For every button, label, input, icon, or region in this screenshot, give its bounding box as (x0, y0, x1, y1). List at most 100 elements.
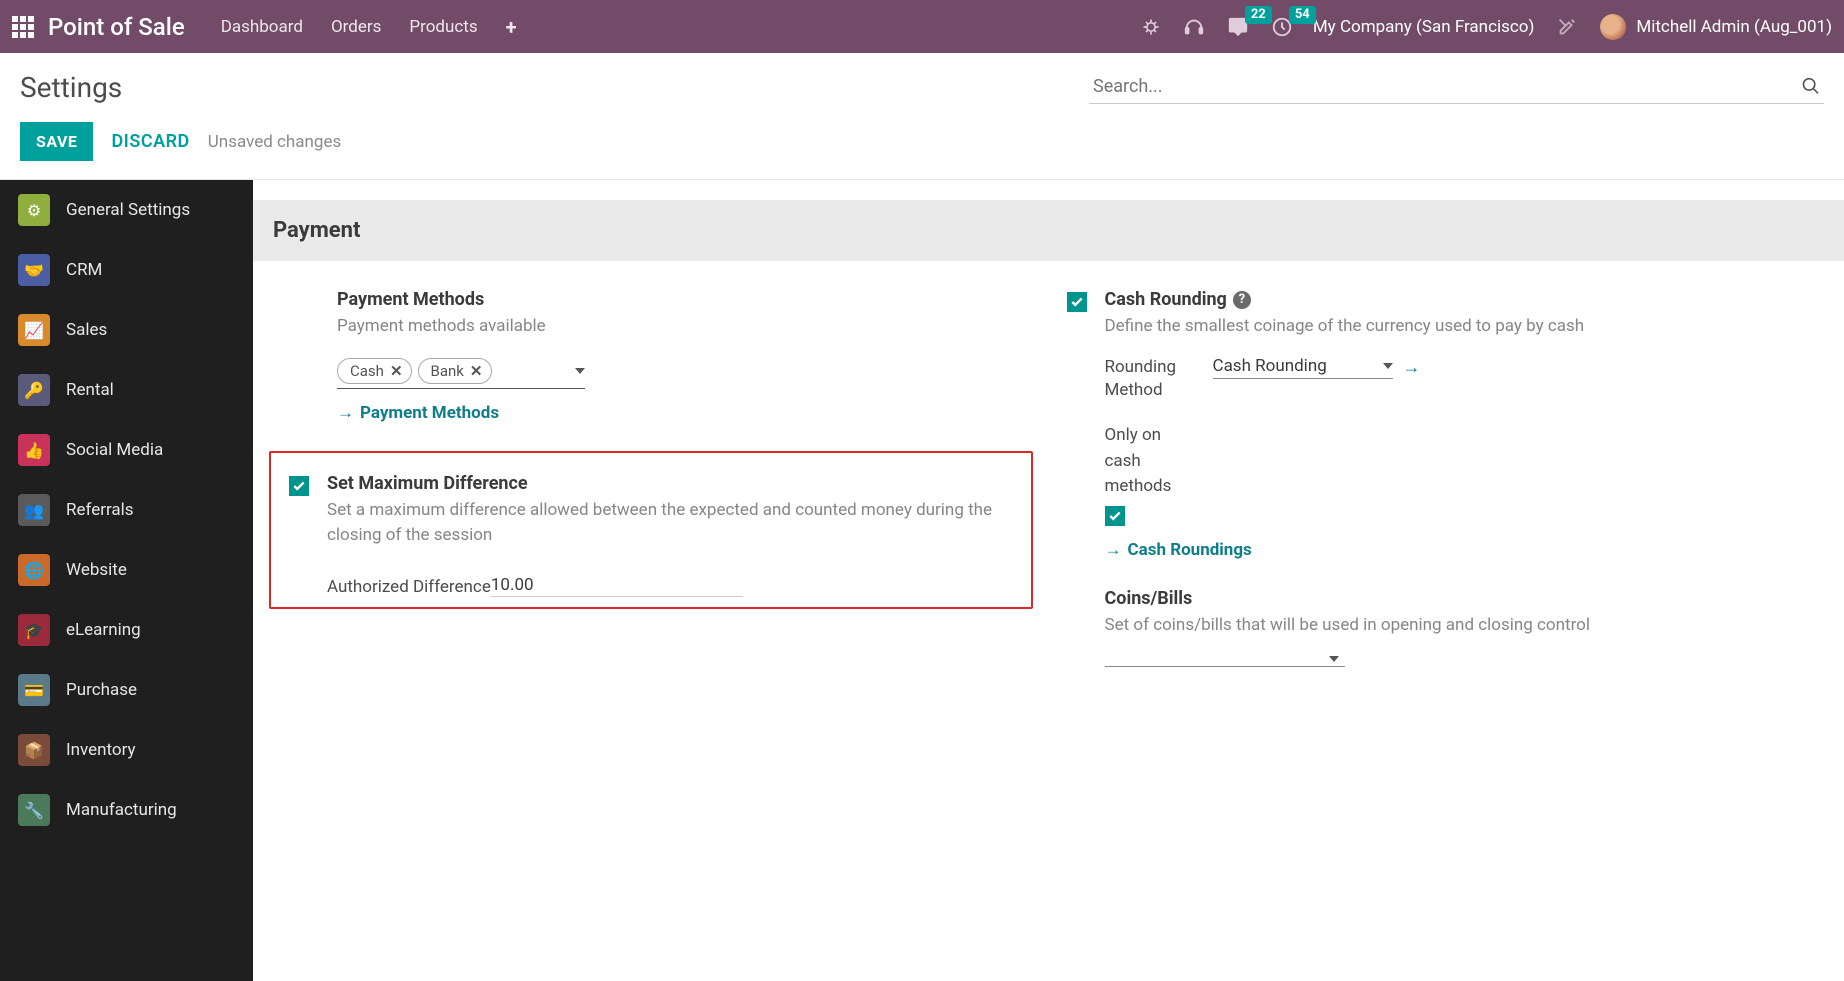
checkbox-cash-rounding[interactable] (1067, 292, 1087, 312)
setting-payment-methods: Payment Methods Payment methods availabl… (299, 289, 1043, 423)
coins-bills-select[interactable] (1105, 652, 1345, 667)
company-selector[interactable]: My Company (San Francisco) (1313, 17, 1535, 37)
settings-col-right: Cash Rounding ? Define the smallest coin… (1067, 289, 1835, 695)
sidebar-item-label: Sales (66, 320, 107, 340)
authorized-diff-input[interactable]: 10.00 (491, 575, 743, 597)
unsaved-indicator: Unsaved changes (208, 132, 342, 152)
setting-title: Payment Methods (337, 289, 1043, 310)
search-input[interactable] (1093, 76, 1801, 97)
debug-icon[interactable] (1141, 17, 1161, 37)
sidebar-item-label: eLearning (66, 620, 141, 640)
discard-button[interactable]: DISCARD (111, 131, 189, 152)
arrow-right-icon: → (337, 403, 354, 423)
support-icon[interactable] (1183, 16, 1205, 38)
nav-add-icon[interactable]: + (506, 15, 517, 39)
dropdown-caret-icon[interactable] (575, 368, 585, 374)
sidebar-item-crm[interactable]: 🤝 CRM (0, 240, 253, 300)
settings-sidebar: ⚙ General Settings 🤝 CRM 📈 Sales 🔑 Rental 👍 S… (0, 180, 253, 981)
search-bar[interactable] (1089, 72, 1824, 104)
sidebar-item-label: Rental (66, 380, 114, 400)
sidebar-item-purchase[interactable]: 💳 Purchase (0, 660, 253, 720)
sidebar-item-elearning[interactable]: 🎓 eLearning (0, 600, 253, 660)
sidebar-item-general-settings[interactable]: ⚙ General Settings (0, 180, 253, 240)
only-cash-label: Only on cash methods (1105, 423, 1195, 500)
sidebar-item-inventory[interactable]: 📦 Inventory (0, 720, 253, 780)
people-icon: 👥 (18, 494, 50, 526)
sidebar-item-label: Inventory (66, 740, 136, 760)
nav-products[interactable]: Products (409, 17, 477, 37)
sidebar-item-sales[interactable]: 📈 Sales (0, 300, 253, 360)
activities-badge: 54 (1289, 6, 1316, 24)
save-button[interactable]: SAVE (20, 122, 93, 161)
chart-icon: 📈 (18, 314, 50, 346)
sidebar-item-referrals[interactable]: 👥 Referrals (0, 480, 253, 540)
apps-icon[interactable] (12, 16, 34, 38)
sidebar-item-social-media[interactable]: 👍 Social Media (0, 420, 253, 480)
setting-desc: Set of coins/bills that will be used in … (1105, 613, 1811, 639)
help-icon[interactable]: ? (1233, 291, 1251, 309)
setting-desc: Set a maximum difference allowed between… (327, 498, 1013, 549)
remove-tag-icon[interactable]: ✕ (390, 362, 403, 380)
checkbox-max-difference[interactable] (289, 476, 309, 496)
thumbs-up-icon: 👍 (18, 434, 50, 466)
setting-title: Cash Rounding ? (1105, 289, 1811, 310)
nav-dashboard[interactable]: Dashboard (221, 17, 303, 37)
external-link-icon[interactable]: → (1403, 357, 1421, 378)
authorized-diff-label: Authorized Difference (327, 577, 491, 597)
payment-methods-tags[interactable]: Cash✕ Bank✕ (337, 358, 585, 389)
dropdown-caret-icon[interactable] (1383, 363, 1393, 369)
avatar[interactable] (1600, 14, 1626, 40)
tools-icon[interactable] (1556, 16, 1578, 38)
remove-tag-icon[interactable]: ✕ (470, 362, 483, 380)
graduation-icon: 🎓 (18, 614, 50, 646)
sidebar-item-label: Referrals (66, 500, 134, 520)
wrench-icon: 🔧 (18, 794, 50, 826)
setting-cash-rounding: Cash Rounding ? Define the smallest coin… (1067, 289, 1811, 560)
setting-title: Set Maximum Difference (327, 473, 1013, 494)
sidebar-item-label: CRM (66, 260, 102, 280)
main: ⚙ General Settings 🤝 CRM 📈 Sales 🔑 Rental 👍 S… (0, 180, 1844, 981)
checkbox-only-cash[interactable] (1105, 506, 1125, 526)
section-header-payment: Payment (253, 200, 1844, 261)
rounding-method-select[interactable]: Cash Rounding (1213, 356, 1393, 379)
sidebar-item-label: General Settings (66, 200, 190, 220)
sidebar-item-website[interactable]: 🌐 Website (0, 540, 253, 600)
setting-coins-bills: Coins/Bills Set of coins/bills that will… (1067, 588, 1811, 668)
arrow-right-icon: → (1105, 540, 1122, 560)
control-panel: Settings SAVE DISCARD Unsaved changes (0, 53, 1844, 179)
highlighted-setting: Set Maximum Difference Set a maximum dif… (269, 451, 1033, 609)
tag-cash: Cash✕ (337, 358, 412, 384)
settings-content[interactable]: Payment Payment Methods Payment methods … (253, 180, 1844, 981)
sidebar-item-label: Purchase (66, 680, 137, 700)
setting-title: Coins/Bills (1105, 588, 1811, 609)
setting-desc: Define the smallest coinage of the curre… (1105, 314, 1811, 340)
gear-icon: ⚙ (18, 194, 50, 226)
link-payment-methods[interactable]: → Payment Methods (337, 403, 1043, 423)
card-icon: 💳 (18, 674, 50, 706)
top-nav: Point of Sale Dashboard Orders Products … (0, 0, 1844, 53)
settings-col-left: Payment Methods Payment methods availabl… (299, 289, 1067, 695)
sidebar-item-label: Website (66, 560, 127, 580)
dropdown-caret-icon[interactable] (1329, 656, 1339, 662)
sidebar-item-label: Manufacturing (66, 800, 177, 820)
tag-bank: Bank✕ (418, 358, 492, 384)
activities-icon[interactable]: 54 (1271, 16, 1293, 38)
setting-desc: Payment methods available (337, 314, 1043, 340)
page-title: Settings (20, 71, 122, 104)
app-brand[interactable]: Point of Sale (48, 13, 185, 41)
sidebar-item-manufacturing[interactable]: 🔧 Manufacturing (0, 780, 253, 840)
rounding-method-label: Rounding Method (1105, 356, 1195, 404)
messages-badge: 22 (1245, 6, 1272, 24)
nav-orders[interactable]: Orders (331, 17, 381, 37)
sidebar-item-rental[interactable]: 🔑 Rental (0, 360, 253, 420)
setting-max-difference: Set Maximum Difference Set a maximum dif… (289, 473, 1013, 597)
box-icon: 📦 (18, 734, 50, 766)
link-cash-roundings[interactable]: → Cash Roundings (1105, 540, 1811, 560)
user-menu[interactable]: Mitchell Admin (Aug_001) (1636, 17, 1832, 37)
handshake-icon: 🤝 (18, 254, 50, 286)
search-icon[interactable] (1801, 76, 1820, 96)
messages-icon[interactable]: 22 (1227, 16, 1249, 38)
key-icon: 🔑 (18, 374, 50, 406)
sidebar-item-label: Social Media (66, 440, 163, 460)
globe-icon: 🌐 (18, 554, 50, 586)
